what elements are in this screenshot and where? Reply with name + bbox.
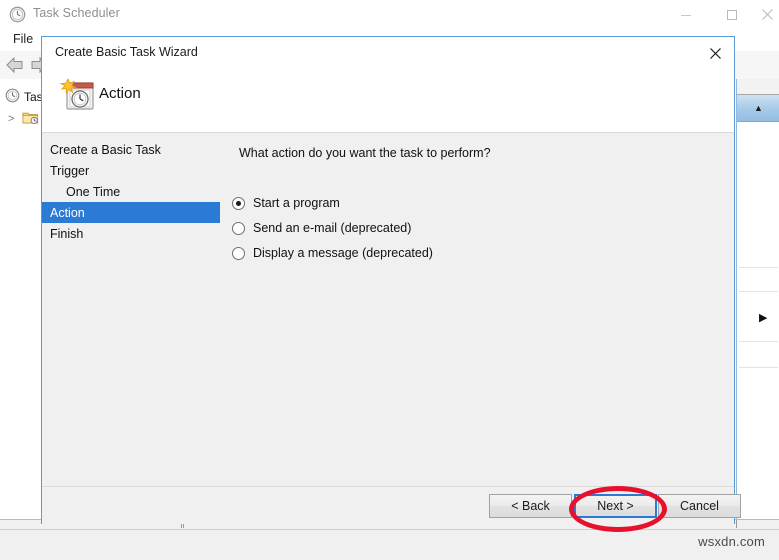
dialog-title: Create Basic Task Wizard	[55, 45, 198, 59]
menu-item-file[interactable]: File	[8, 31, 38, 47]
wizard-step-content: What action do you want the task to perf…	[220, 133, 734, 486]
folder-clock-icon	[22, 110, 39, 128]
radio-option-send-an-email[interactable]: Send an e-mail (deprecated)	[232, 221, 411, 235]
minimize-button[interactable]	[663, 0, 709, 29]
status-bar-lower	[0, 529, 779, 560]
watermark: wsxdn.com	[698, 534, 765, 549]
close-icon	[761, 9, 773, 20]
dialog-heading: Action	[99, 85, 141, 102]
chevron-right-icon[interactable]: ▶	[759, 311, 767, 324]
wizard-step-label: Finish	[50, 226, 84, 241]
navigation-tree-pane: Tas >	[0, 79, 45, 519]
actions-pane: ▲ ▶	[736, 79, 779, 519]
cancel-button[interactable]: Cancel	[658, 494, 741, 518]
dialog-body: Create a Basic Task Trigger One Time Act…	[42, 133, 734, 486]
chevron-right-icon[interactable]: >	[8, 113, 18, 125]
wizard-step-list: Create a Basic Task Trigger One Time Act…	[42, 133, 220, 486]
wizard-step-label: Action	[50, 205, 85, 220]
wizard-step-trigger[interactable]: Trigger	[42, 160, 220, 181]
wizard-step-create-a-basic-task[interactable]: Create a Basic Task	[42, 139, 220, 160]
tree-item-library[interactable]: >	[8, 110, 39, 128]
dialog-header: Action	[42, 69, 734, 133]
close-button[interactable]	[755, 0, 779, 29]
maximize-icon	[727, 9, 737, 20]
tree-item-label: Tas	[24, 90, 43, 104]
minimize-icon	[681, 14, 691, 16]
radio-option-label: Display a message (deprecated)	[253, 246, 433, 260]
radio-button-icon[interactable]	[232, 196, 245, 210]
radio-option-display-a-message[interactable]: Display a message (deprecated)	[232, 246, 433, 260]
radio-button-icon[interactable]	[232, 221, 245, 235]
dialog-button-bar: < Back Next > Cancel	[42, 486, 741, 524]
divider	[739, 341, 778, 342]
divider	[736, 520, 737, 528]
radio-option-label: Send an e-mail (deprecated)	[253, 221, 412, 235]
window-titlebar: Task Scheduler	[0, 0, 779, 30]
wizard-step-label: Trigger	[50, 163, 90, 178]
next-button[interactable]: Next >	[574, 494, 657, 518]
wizard-step-one-time[interactable]: One Time	[42, 181, 220, 202]
wizard-step-finish[interactable]: Finish	[42, 223, 220, 244]
close-icon	[709, 47, 721, 59]
content-question: What action do you want the task to perf…	[239, 146, 491, 160]
wizard-step-label: Create a Basic Task	[50, 142, 161, 157]
divider	[739, 291, 778, 292]
divider	[739, 367, 778, 368]
radio-option-label: Start a program	[253, 196, 340, 210]
back-button[interactable]: < Back	[489, 494, 572, 518]
status-bar	[0, 519, 779, 560]
clock-icon	[5, 88, 20, 106]
wizard-step-label: One Time	[66, 184, 121, 199]
radio-button-icon[interactable]	[232, 246, 245, 260]
task-calendar-clock-icon	[58, 75, 100, 117]
clock-icon	[9, 6, 26, 23]
chevron-up-icon: ▲	[754, 103, 763, 113]
tree-item-task-scheduler[interactable]: Tas	[5, 88, 43, 106]
radio-option-start-a-program[interactable]: Start a program	[232, 196, 340, 210]
create-basic-task-wizard-dialog: Create Basic Task Wizard Action Create a…	[41, 36, 741, 524]
dialog-titlebar: Create Basic Task Wizard	[42, 37, 734, 69]
back-arrow-icon[interactable]	[4, 55, 26, 75]
actions-pane-collapse-button[interactable]: ▲	[737, 95, 779, 122]
wizard-step-action[interactable]: Action	[42, 202, 220, 223]
divider	[739, 267, 778, 268]
dialog-close-button[interactable]	[700, 41, 730, 65]
maximize-button[interactable]	[709, 0, 755, 29]
window-title: Task Scheduler	[33, 6, 120, 20]
actions-pane-header	[737, 79, 779, 95]
